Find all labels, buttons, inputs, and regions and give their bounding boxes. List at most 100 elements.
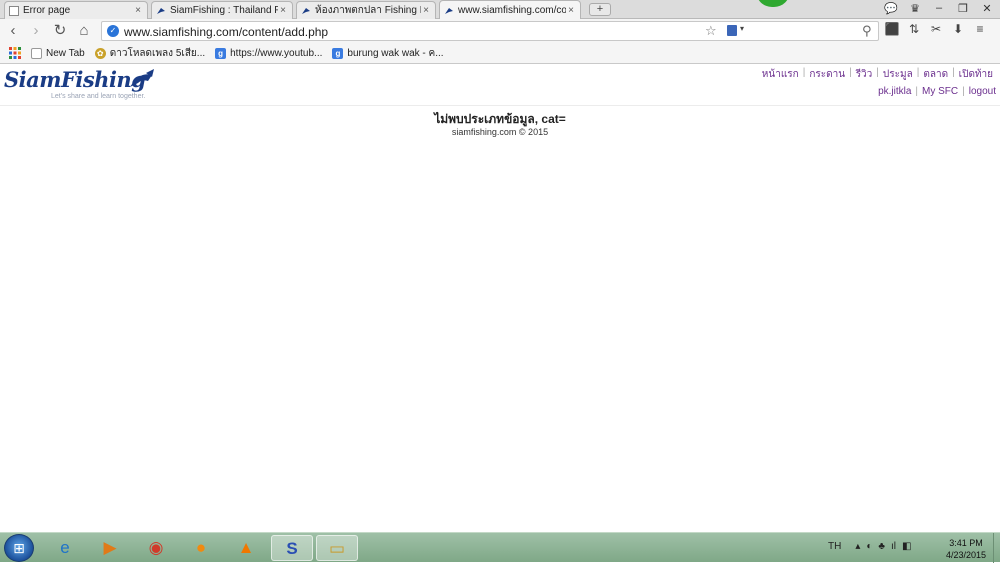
fish-hook-logo-icon (130, 69, 154, 87)
secure-check-icon: ✓ (107, 25, 119, 37)
minimize-button[interactable]: – (932, 2, 946, 15)
extension-icon[interactable] (727, 25, 737, 36)
gift-icon[interactable]: ⬛ (884, 22, 900, 36)
search-icon[interactable]: ⚲ (862, 23, 872, 39)
nav-separator: | (915, 86, 919, 97)
user-profile-icon[interactable]: ♛ (908, 2, 922, 15)
download-icon[interactable]: ⬇ (950, 22, 966, 36)
nav-review-link[interactable]: รีวิว (856, 67, 873, 82)
tab-close-icon[interactable]: × (133, 5, 143, 16)
close-window-button[interactable]: ✕ (980, 2, 994, 15)
address-bar[interactable]: ✓ www.siamfishing.com/content/add.php ☆ … (101, 21, 879, 41)
file-explorer-icon[interactable]: ▭ (316, 535, 358, 561)
siamfishing-favicon (444, 6, 454, 16)
reload-button[interactable]: ↻ (51, 22, 69, 40)
site-main-nav: หน้าแรก | กระดาน | รีวิว | ประมูล | ตลาด | เป… (762, 67, 993, 82)
show-desktop-button[interactable] (993, 533, 1000, 563)
volume-icon[interactable]: ◐ (866, 541, 872, 552)
site-logo[interactable]: SiamFishing Let's share and learn togeth… (4, 67, 164, 103)
language-indicator[interactable]: TH (828, 541, 841, 552)
clock-date: 4/23/2015 (945, 550, 987, 560)
page-footer: siamfishing.com © 2015 (451, 127, 549, 137)
nav-separator: | (962, 86, 965, 97)
my-sfc-link[interactable]: My SFC (922, 86, 958, 97)
nav-separator: | (952, 67, 955, 78)
bookmark-label: burung wak wak - ค... (347, 47, 444, 59)
bookmark-youtube[interactable]: g https://www.youtub... (215, 47, 323, 59)
new-tab-button[interactable]: + (589, 3, 611, 16)
user-nav: pk.jitkla | My SFC | logout (878, 86, 996, 97)
tab-fishing-photo[interactable]: ห้องภาพตกปลา Fishing Phot × (296, 1, 436, 19)
tab-close-icon[interactable]: × (421, 5, 431, 16)
siamfishing-favicon (301, 6, 311, 16)
network-app-icon[interactable]: ♣ (878, 541, 885, 552)
nav-market-link[interactable]: ตลาด (923, 67, 948, 82)
tab-strip: Error page × SiamFishing : Thailand Fis … (0, 0, 1000, 20)
tab-title: ห้องภาพตกปลา Fishing Phot (315, 5, 421, 16)
chat-icon[interactable]: 💬 (884, 2, 898, 15)
username-link[interactable]: pk.jitkla (878, 86, 911, 97)
forward-button[interactable]: › (27, 22, 45, 40)
address-url[interactable]: www.siamfishing.com/content/add.php (124, 25, 328, 39)
menu-icon[interactable]: ≡ (972, 22, 988, 36)
scissors-icon[interactable]: ✂ (928, 22, 944, 36)
nav-separator: | (802, 67, 806, 78)
bookmark-label: New Tab (46, 47, 85, 59)
system-tray: TH ▴ ◐ ♣ ıl ◧ (828, 541, 911, 552)
windows-taskbar: ⊞ e ▶ ◉ ● ▲ S ▭ TH ▴ ◐ ♣ ıl ◧ 3:41 PM 4/… (0, 532, 1000, 563)
chrome-icon[interactable]: ◉ (135, 535, 177, 561)
tab-active-add-content[interactable]: www.siamfishing.com/co × (439, 0, 581, 20)
nav-home-link[interactable]: หน้าแรก (762, 67, 799, 82)
chevron-down-icon[interactable]: ▾ (740, 24, 744, 33)
apps-grid-icon (9, 47, 21, 59)
bookmark-label: https://www.youtub... (230, 47, 323, 59)
bookmark-star-icon[interactable]: ☆ (705, 23, 717, 39)
page-icon (9, 5, 19, 16)
browser-toolbar: ‹ › ↻ ⌂ ✓ www.siamfishing.com/content/ad… (0, 19, 1000, 43)
logout-link[interactable]: logout (969, 86, 996, 97)
taskbar-clock[interactable]: 3:41 PM 4/23/2015 (944, 537, 988, 561)
windows-start-icon[interactable]: ⊞ (4, 534, 34, 562)
bookmark-new-tab[interactable]: New Tab (31, 47, 85, 59)
clock-time: 3:41 PM (949, 538, 983, 548)
show-hidden-icons-icon[interactable]: ▴ (855, 541, 860, 552)
apps-button[interactable] (9, 47, 21, 59)
bookmark-burung-wak-wak[interactable]: g burung wak wak - ค... (332, 46, 444, 61)
vlc-icon[interactable]: ▲ (225, 535, 267, 561)
nav-board-link[interactable]: กระดาน (809, 67, 845, 82)
transfer-icon[interactable]: ⇅ (906, 22, 922, 36)
nav-separator: | (876, 67, 879, 78)
app-swirl-icon[interactable]: S (271, 535, 313, 561)
tab-close-icon[interactable]: × (566, 5, 576, 16)
window-controls: 💬 ♛ – ❐ ✕ (884, 2, 994, 15)
google-favicon: g (332, 47, 344, 59)
bookmark-download-song[interactable]: ✿ ดาวโหลดเพลง 5เสีย... (94, 46, 205, 61)
profile-badge (756, 0, 790, 7)
signal-strength-icon[interactable]: ıl (891, 541, 896, 552)
media-player-icon[interactable]: ▶ (89, 535, 131, 561)
tab-title: Error page (23, 5, 71, 16)
nav-auction-link[interactable]: ประมูล (883, 67, 913, 82)
logo-tagline: Let's share and learn together. (51, 93, 146, 100)
nav-trunk-sale-link[interactable]: เปิดท้าย (959, 67, 993, 82)
home-button[interactable]: ⌂ (75, 22, 93, 40)
bookmarks-bar: New Tab ✿ ดาวโหลดเพลง 5เสีย... g https:/… (0, 43, 1000, 64)
tab-error-page[interactable]: Error page × (4, 1, 148, 19)
browser-window: Error page × SiamFishing : Thailand Fis … (0, 0, 1000, 532)
site-header: SiamFishing Let's share and learn togeth… (0, 64, 1000, 106)
internet-explorer-icon[interactable]: e (44, 535, 86, 561)
action-center-icon[interactable]: ◧ (902, 541, 911, 552)
google-favicon: g (215, 47, 227, 59)
page-content: SiamFishing Let's share and learn togeth… (0, 64, 1000, 532)
orange-ball-icon[interactable]: ● (180, 535, 222, 561)
page-icon (31, 47, 42, 59)
nav-separator: | (849, 67, 852, 78)
tab-siamfishing-home[interactable]: SiamFishing : Thailand Fis × (151, 1, 293, 19)
restore-button[interactable]: ❐ (956, 2, 970, 15)
back-button[interactable]: ‹ (4, 22, 22, 40)
tab-close-icon[interactable]: × (278, 5, 288, 16)
tab-title: SiamFishing : Thailand Fis (170, 5, 278, 16)
extension-toolbar: ⬛ ⇅ ✂ ⬇ ≡ (884, 22, 988, 36)
tab-title: www.siamfishing.com/co (458, 5, 566, 16)
download-favicon: ✿ (94, 47, 106, 59)
